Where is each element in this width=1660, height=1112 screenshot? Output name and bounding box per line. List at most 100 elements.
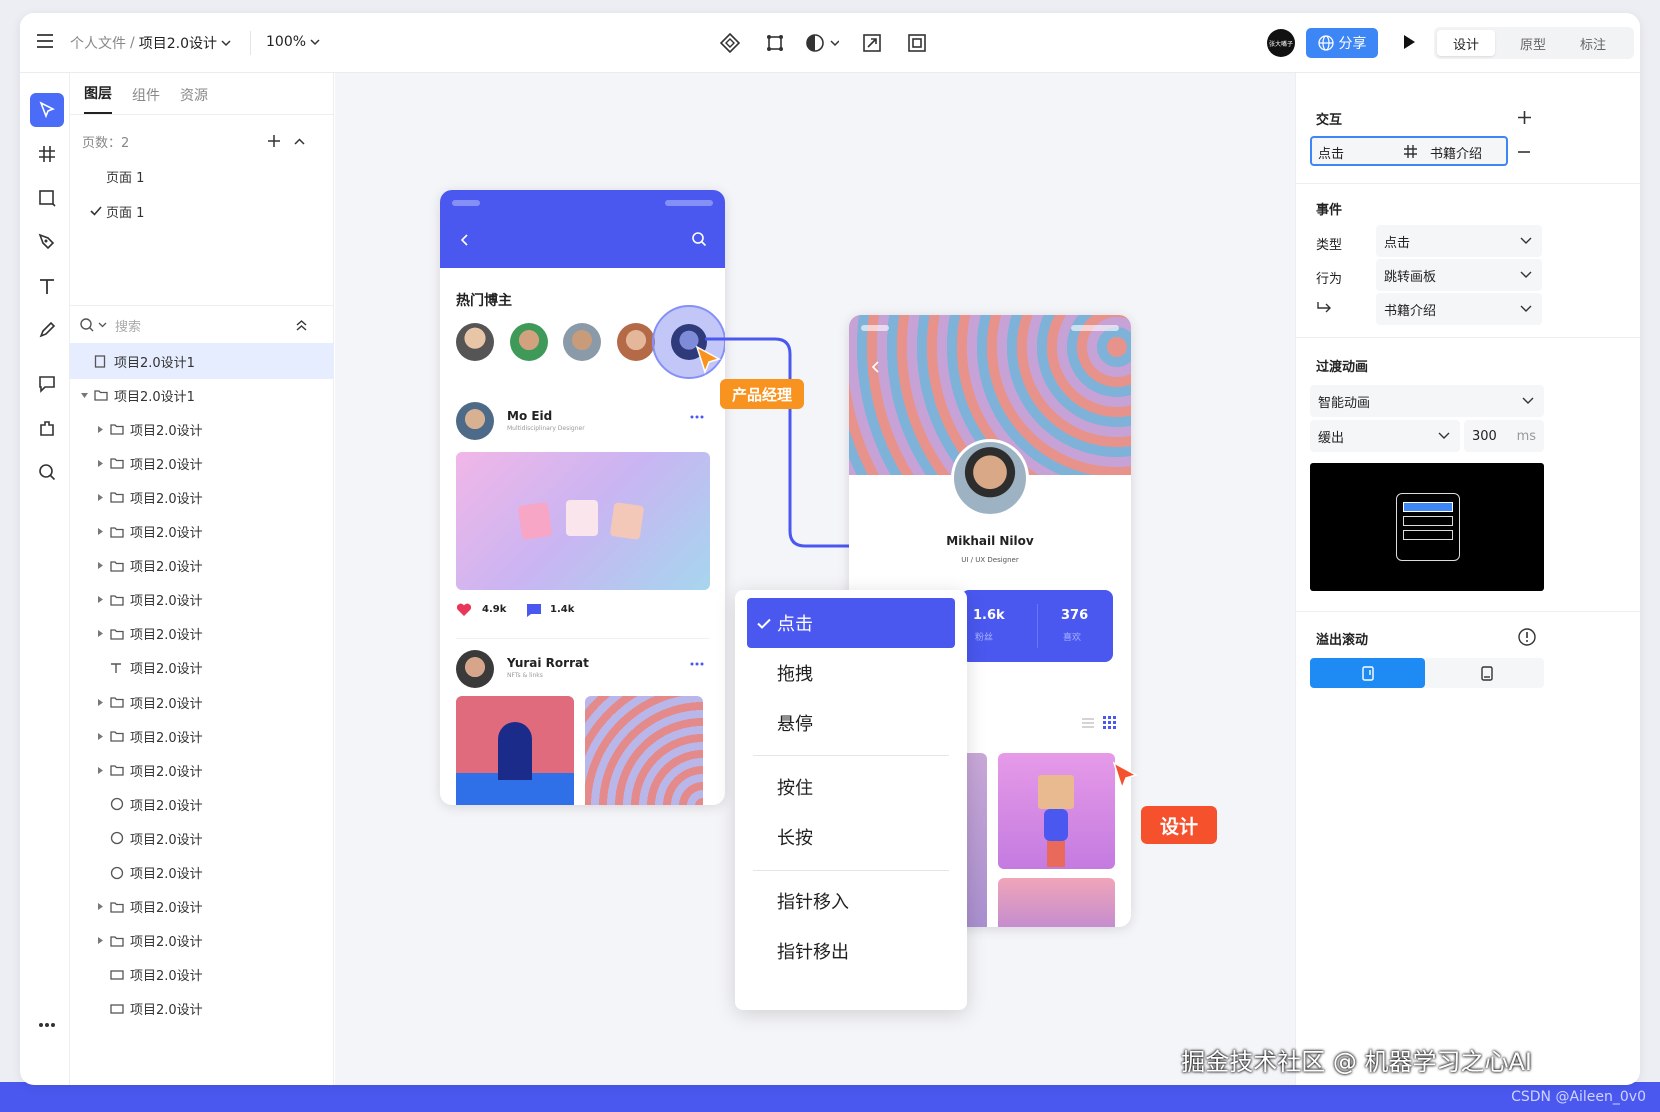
caret-down-icon[interactable]: [80, 392, 88, 398]
tab-components[interactable]: 组件: [132, 85, 160, 114]
pencil-icon[interactable]: [30, 313, 64, 347]
zoom-select[interactable]: 100%: [266, 34, 320, 50]
info-icon[interactable]: [1518, 628, 1536, 646]
text-icon[interactable]: [30, 269, 64, 303]
search-icon[interactable]: [692, 232, 707, 247]
breadcrumb-parent[interactable]: 个人文件: [70, 33, 126, 53]
menu-item-drag[interactable]: 拖拽: [747, 648, 955, 698]
user-avatar[interactable]: 张大嘴子: [1267, 29, 1295, 57]
contrast-icon[interactable]: [805, 33, 839, 53]
minus-icon[interactable]: [1518, 151, 1530, 153]
layer-row[interactable]: 项目2.0设计: [70, 923, 334, 959]
blogger-avatar[interactable]: [510, 323, 548, 361]
collapse-all-icon[interactable]: [296, 319, 307, 331]
overflow-vertical-button[interactable]: [1310, 658, 1425, 688]
caret-right-icon[interactable]: [96, 596, 104, 604]
post-image[interactable]: [456, 696, 574, 805]
plugin-icon[interactable]: [30, 411, 64, 445]
layer-row[interactable]: 项目2.0设计: [70, 957, 334, 993]
project-name[interactable]: 项目2.0设计: [139, 33, 217, 53]
layer-row[interactable]: 项目2.0设计: [70, 479, 334, 515]
caret-right-icon[interactable]: [96, 766, 104, 774]
post-avatar[interactable]: [456, 650, 494, 688]
chevron-down-icon[interactable]: [221, 39, 231, 47]
menu-item-press[interactable]: 按住: [747, 762, 955, 812]
move-tool-icon[interactable]: [30, 93, 64, 127]
caret-right-icon[interactable]: [96, 425, 104, 433]
artboard-home[interactable]: 热门博主 Mo Eid Multidisciplinary Designer 4…: [440, 190, 725, 805]
easing-select[interactable]: 缓出: [1310, 420, 1460, 452]
comment-icon[interactable]: [30, 367, 64, 401]
menu-item-click[interactable]: 点击: [747, 598, 955, 648]
tab-prototype[interactable]: 原型: [1504, 30, 1562, 56]
caret-right-icon[interactable]: [96, 903, 104, 911]
transition-select[interactable]: 智能动画: [1310, 385, 1544, 417]
heart-icon[interactable]: [456, 603, 472, 617]
caret-right-icon[interactable]: [96, 937, 104, 945]
duration-input[interactable]: 300 ms: [1464, 420, 1544, 452]
canvas[interactable]: 热门博主 Mo Eid Multidisciplinary Designer 4…: [335, 73, 1295, 1085]
page-item[interactable]: 页面 1: [70, 158, 334, 194]
tab-assets[interactable]: 资源: [180, 85, 208, 114]
menu-item-pointer-leave[interactable]: 指针移出: [747, 926, 955, 976]
tab-design[interactable]: 设计: [1437, 30, 1495, 56]
grid-view-icon[interactable]: [1103, 716, 1116, 729]
caret-right-icon[interactable]: [96, 630, 104, 638]
menu-item-hover[interactable]: 悬停: [747, 698, 955, 748]
layer-row[interactable]: 项目2.0设计: [70, 445, 334, 481]
plus-icon[interactable]: [268, 135, 280, 147]
tab-annotate[interactable]: 标注: [1564, 30, 1622, 56]
layer-row[interactable]: 项目2.0设计: [70, 991, 334, 1027]
menu-item-pointer-enter[interactable]: 指针移入: [747, 876, 955, 926]
post-image[interactable]: [585, 696, 703, 805]
frame-icon[interactable]: [30, 137, 64, 171]
layer-row[interactable]: 项目2.0设计: [70, 855, 334, 891]
gallery-image[interactable]: [998, 878, 1115, 927]
layer-row[interactable]: 项目2.0设计: [70, 786, 334, 822]
back-icon[interactable]: [460, 234, 468, 246]
layer-row[interactable]: 项目2.0设计: [70, 582, 334, 618]
target-select[interactable]: 书籍介绍: [1376, 293, 1542, 325]
tab-layers[interactable]: 图层: [84, 83, 112, 114]
layer-row[interactable]: 项目2.0设计: [70, 889, 334, 925]
caret-right-icon[interactable]: [96, 528, 104, 535]
blogger-avatar[interactable]: [456, 323, 494, 361]
mask-icon[interactable]: [907, 33, 927, 53]
frame-tool-icon[interactable]: [765, 33, 785, 53]
pen-icon[interactable]: [30, 225, 64, 259]
overflow-horizontal-button[interactable]: [1429, 658, 1544, 688]
profile-avatar[interactable]: [951, 439, 1029, 517]
caret-right-icon[interactable]: [96, 562, 104, 570]
layer-row[interactable]: 项目2.0设计: [70, 411, 334, 447]
play-icon[interactable]: [1402, 34, 1416, 50]
menu-item-long-press[interactable]: 长按: [747, 812, 955, 862]
blogger-avatar[interactable]: [563, 323, 601, 361]
rectangle-icon[interactable]: [30, 181, 64, 215]
layer-search[interactable]: 搜索: [70, 307, 334, 343]
interaction-row[interactable]: 点击 书籍介绍: [1310, 136, 1508, 166]
layer-row[interactable]: 项目2.0设计: [70, 514, 334, 550]
resize-icon[interactable]: [862, 33, 882, 53]
list-view-icon[interactable]: [1081, 717, 1095, 729]
layer-row[interactable]: 项目2.0设计: [70, 718, 334, 754]
caret-right-icon[interactable]: [96, 493, 104, 501]
gallery-image[interactable]: [998, 753, 1115, 869]
caret-right-icon[interactable]: [96, 459, 104, 467]
plus-icon[interactable]: [1518, 111, 1531, 124]
chevron-up-icon[interactable]: [294, 137, 305, 145]
layer-row[interactable]: 项目2.0设计: [70, 548, 334, 584]
post-avatar[interactable]: [456, 402, 494, 440]
layer-row[interactable]: 项目2.0设计: [70, 684, 334, 720]
post-image[interactable]: [456, 452, 710, 590]
blogger-avatar[interactable]: [617, 323, 655, 361]
layer-row[interactable]: 项目2.0设计1: [70, 377, 334, 413]
action-select[interactable]: 跳转画板: [1376, 259, 1542, 291]
search-input[interactable]: 搜索: [115, 316, 141, 335]
type-select[interactable]: 点击: [1376, 225, 1542, 257]
page-item[interactable]: 页面 1: [70, 193, 334, 229]
caret-right-icon[interactable]: [96, 732, 104, 740]
back-icon[interactable]: [871, 361, 879, 373]
layer-row[interactable]: 项目2.0设计: [70, 616, 334, 652]
share-button[interactable]: 分享: [1306, 28, 1378, 58]
comment-icon[interactable]: [526, 603, 542, 617]
